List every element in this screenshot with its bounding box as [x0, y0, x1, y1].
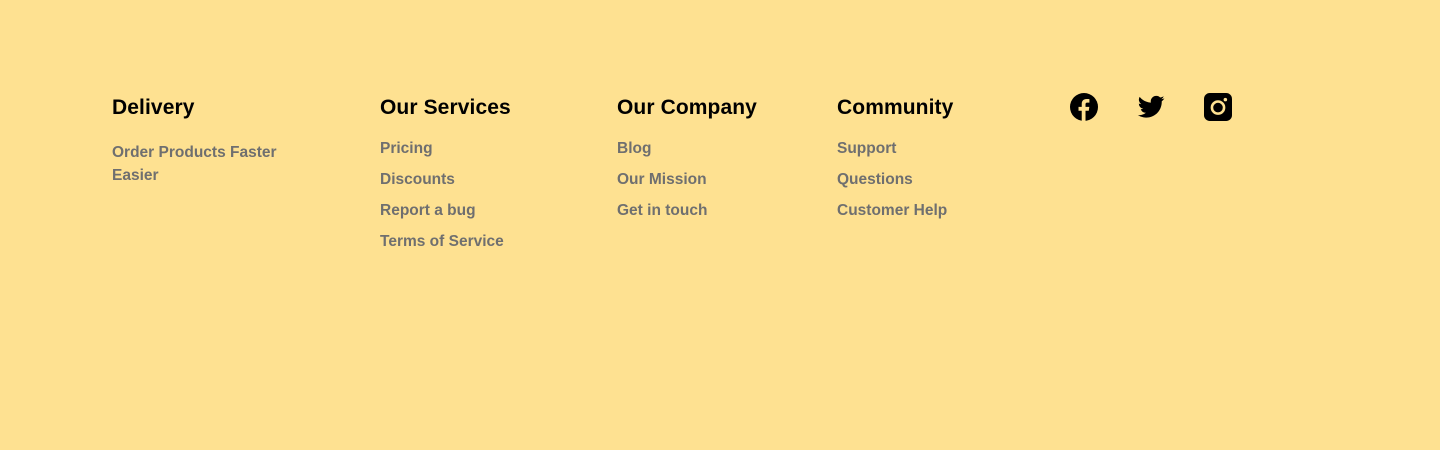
footer-column-company: Our Company Blog Our Mission Get in touc… [617, 94, 757, 232]
footer-heading-company: Our Company [617, 96, 757, 119]
footer-link-report-bug[interactable]: Report a bug [380, 201, 511, 221]
social-links [1070, 93, 1271, 121]
site-footer: Delivery Order Products Faster Easier Ou… [0, 0, 1440, 450]
footer-column-community: Community Support Questions Customer Hel… [837, 94, 953, 232]
footer-link-pricing[interactable]: Pricing [380, 139, 511, 159]
footer-column-services: Our Services Pricing Discounts Report a … [380, 94, 511, 263]
footer-heading-services: Our Services [380, 96, 511, 119]
footer-link-customer-help[interactable]: Customer Help [837, 201, 953, 221]
footer-link-our-mission[interactable]: Our Mission [617, 170, 757, 190]
footer-heading-delivery: Delivery [112, 96, 195, 119]
twitter-icon[interactable] [1137, 93, 1165, 121]
delivery-tagline: Order Products Faster Easier [112, 144, 277, 184]
services-links: Pricing Discounts Report a bug Terms of … [380, 139, 511, 252]
company-links: Blog Our Mission Get in touch [617, 139, 757, 221]
footer-column-delivery: Delivery Order Products Faster Easier [112, 94, 302, 187]
facebook-icon[interactable] [1070, 93, 1098, 121]
footer-link-terms-of-service[interactable]: Terms of Service [380, 232, 511, 252]
footer-link-questions[interactable]: Questions [837, 170, 953, 190]
footer-link-support[interactable]: Support [837, 139, 953, 159]
footer-link-discounts[interactable]: Discounts [380, 170, 511, 190]
footer-heading-community: Community [837, 96, 954, 119]
instagram-icon[interactable] [1204, 93, 1232, 121]
footer-link-blog[interactable]: Blog [617, 139, 757, 159]
footer-link-get-in-touch[interactable]: Get in touch [617, 201, 757, 221]
community-links: Support Questions Customer Help [837, 139, 953, 221]
